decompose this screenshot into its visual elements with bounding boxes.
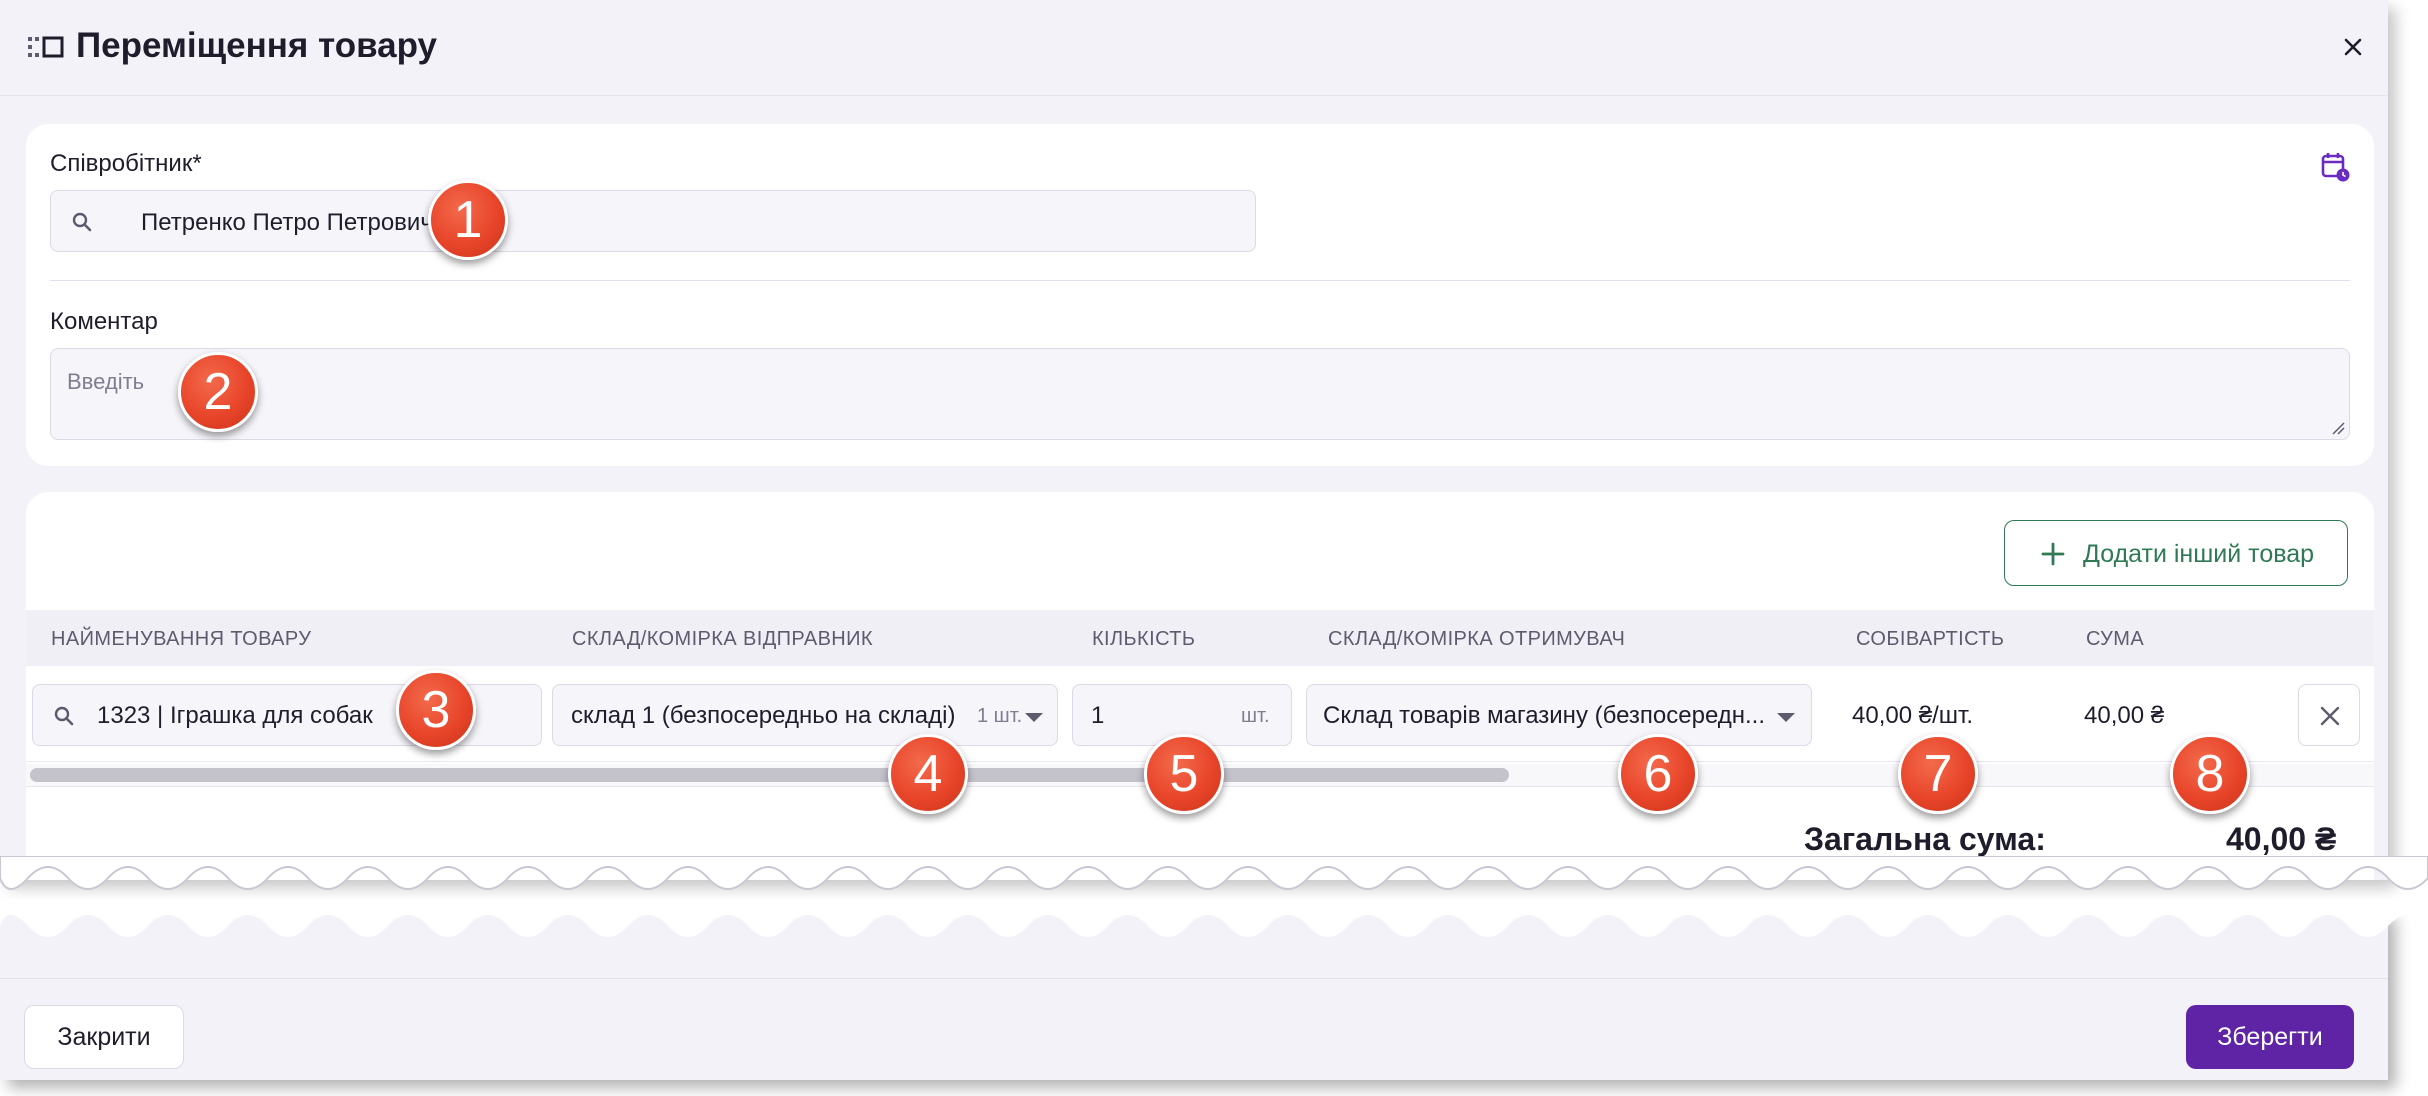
torn-edge — [0, 900, 2428, 937]
callout-badge: 7 — [1898, 734, 1978, 814]
employee-label: Співробітник* — [50, 150, 202, 177]
quantity-unit: шт. — [1241, 705, 1270, 727]
add-product-label: Додати інший товар — [2083, 540, 2315, 568]
sum-value: 40,00 ₴ — [2084, 702, 2165, 729]
quantity-value: 1 — [1091, 702, 1105, 729]
save-button[interactable]: Зберегти — [2186, 1005, 2354, 1069]
cost-value: 40,00 ₴/шт. — [1852, 702, 1973, 729]
details-card: Співробітник* Петренко Петро Петрович Ко… — [26, 124, 2374, 466]
callout-badge: 2 — [178, 352, 258, 432]
add-product-button[interactable]: Додати інший товар — [2004, 520, 2348, 586]
col-sum: СУМА — [2086, 628, 2145, 650]
search-icon — [54, 706, 74, 726]
callout-badge: 6 — [1618, 734, 1698, 814]
employee-value: Петренко Петро Петрович — [141, 209, 433, 236]
callout-badge: 5 — [1144, 734, 1224, 814]
products-card: Додати інший товар НАЙМЕНУВАННЯ ТОВАРУ С… — [26, 492, 2374, 880]
callout-badge: 1 — [428, 180, 508, 260]
close-icon — [2320, 706, 2340, 726]
total-label: Загальна сума: — [1804, 821, 2046, 857]
callout-badge: 8 — [2170, 734, 2250, 814]
sender-stock: 1 шт. — [977, 705, 1023, 727]
remove-row-button[interactable] — [2298, 684, 2360, 746]
resize-grip-icon[interactable] — [2331, 421, 2345, 435]
plus-icon — [2041, 542, 2065, 566]
callout-badge: 4 — [888, 734, 968, 814]
chevron-down-icon — [1777, 713, 1795, 722]
comment-label: Коментар — [50, 308, 158, 335]
dialog-header: Переміщення товару — [0, 0, 2388, 96]
col-cost: СОБІВАРТІСТЬ — [1856, 628, 2005, 650]
product-value: 1323 | Іграшка для собак — [97, 702, 373, 729]
col-quantity: КІЛЬКІСТЬ — [1092, 628, 1196, 650]
divider — [0, 978, 2388, 979]
divider — [50, 280, 2350, 281]
close-button[interactable]: Закрити — [24, 1005, 184, 1069]
calendar-clock-icon[interactable] — [2321, 151, 2351, 183]
close-icon[interactable] — [2336, 30, 2370, 64]
drag-handle-icon[interactable] — [28, 36, 66, 58]
callout-badge: 3 — [396, 670, 476, 750]
receiver-select[interactable]: Склад товарів магазину (безпосередн... — [1306, 684, 1812, 746]
employee-search-input[interactable]: Петренко Петро Петрович — [50, 190, 1256, 252]
col-sender: СКЛАД/КОМІРКА ВІДПРАВНИК — [572, 628, 873, 650]
chevron-down-icon — [1025, 713, 1043, 722]
comment-placeholder: Введіть — [67, 369, 145, 394]
scrollbar-thumb[interactable] — [30, 768, 1509, 782]
search-icon — [72, 212, 92, 232]
col-receiver: СКЛАД/КОМІРКА ОТРИМУВАЧ — [1328, 628, 1626, 650]
receiver-value: Склад товарів магазину (безпосередн... — [1323, 702, 1766, 729]
dialog-title: Переміщення товару — [76, 26, 438, 65]
comment-textarea[interactable]: Введіть — [50, 348, 2350, 440]
sender-value: склад 1 (безпосередньо на складі) — [571, 702, 956, 729]
sender-select[interactable]: склад 1 (безпосередньо на складі) 1 шт. — [552, 684, 1058, 746]
col-product: НАЙМЕНУВАННЯ ТОВАРУ — [51, 628, 312, 650]
total-value: 40,00 ₴ — [2226, 821, 2337, 857]
table-header: НАЙМЕНУВАННЯ ТОВАРУ СКЛАД/КОМІРКА ВІДПРА… — [26, 610, 2374, 666]
